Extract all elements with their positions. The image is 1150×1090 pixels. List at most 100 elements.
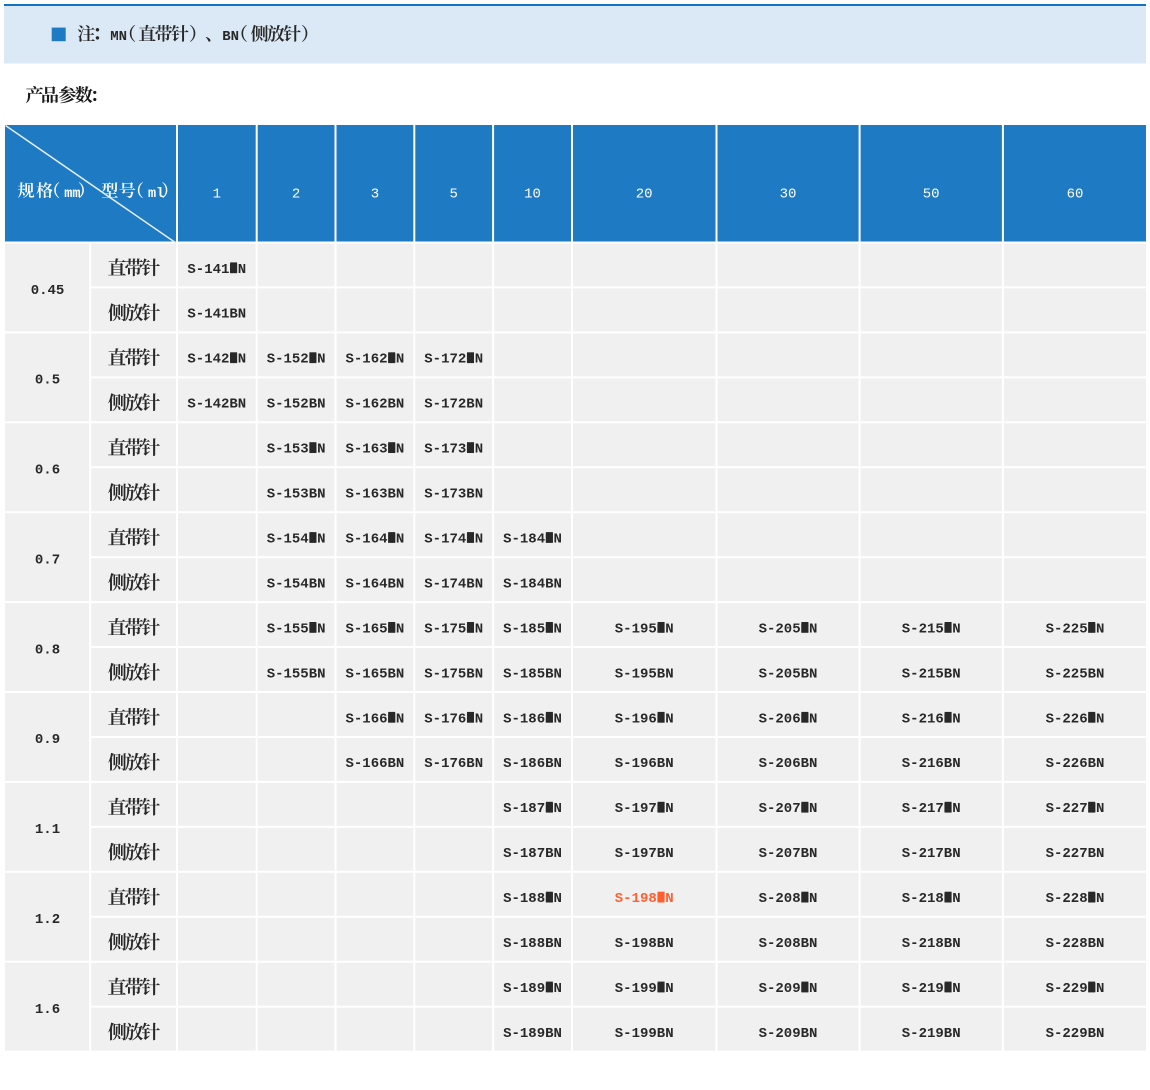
svg-text:S-188MN: S-188MN	[503, 891, 562, 907]
svg-text:S-196MN: S-196MN	[615, 711, 674, 727]
svg-text:S-197MN: S-197MN	[615, 801, 674, 817]
svg-text:1.1: 1.1	[35, 822, 60, 838]
svg-text:S-228BN: S-228BN	[1046, 936, 1105, 952]
svg-text:S-216MN: S-216MN	[902, 711, 961, 727]
svg-text:S-166MN: S-166MN	[345, 711, 404, 727]
svg-text:S-189MN: S-189MN	[503, 981, 562, 997]
svg-text:S-152BN: S-152BN	[267, 397, 326, 413]
svg-text:S-184BN: S-184BN	[503, 576, 562, 592]
svg-text:S-186MN: S-186MN	[503, 711, 562, 727]
svg-text:S-218BN: S-218BN	[902, 936, 961, 952]
svg-text:S-155MN: S-155MN	[267, 621, 326, 637]
svg-text:S-164MN: S-164MN	[345, 532, 404, 548]
svg-text:S-174MN: S-174MN	[424, 532, 483, 548]
svg-text:S-198BN: S-198BN	[615, 936, 674, 952]
svg-text:S-141BN: S-141BN	[187, 307, 246, 323]
svg-text:S-189BN: S-189BN	[503, 1026, 562, 1042]
svg-text:S-185BN: S-185BN	[503, 666, 562, 682]
svg-text:S-187BN: S-187BN	[503, 846, 562, 862]
svg-text:S-209MN: S-209MN	[759, 981, 818, 997]
svg-text:BN: BN	[222, 29, 239, 45]
svg-text:S-174BN: S-174BN	[424, 576, 483, 592]
svg-text:S-165BN: S-165BN	[345, 666, 404, 682]
svg-text:1.6: 1.6	[35, 1002, 60, 1018]
svg-text:S-197BN: S-197BN	[615, 846, 674, 862]
svg-text:S-155BN: S-155BN	[267, 666, 326, 682]
svg-text:S-198MN: S-198MN	[615, 891, 674, 907]
svg-text:2: 2	[292, 187, 300, 203]
svg-text:S-209BN: S-209BN	[759, 1026, 818, 1042]
svg-text:S-218MN: S-218MN	[902, 891, 961, 907]
svg-text:S-172BN: S-172BN	[424, 397, 483, 413]
svg-text:S-188BN: S-188BN	[503, 936, 562, 952]
svg-text:S-162BN: S-162BN	[345, 397, 404, 413]
svg-text:S-196BN: S-196BN	[615, 756, 674, 772]
svg-text:mm: mm	[64, 187, 80, 202]
svg-text:S-226BN: S-226BN	[1046, 756, 1105, 772]
svg-text:S-219BN: S-219BN	[902, 1026, 961, 1042]
svg-text:1: 1	[213, 187, 221, 203]
svg-text:S-164BN: S-164BN	[345, 576, 404, 592]
svg-text:S-141MN: S-141MN	[187, 262, 246, 278]
svg-text:S-199MN: S-199MN	[615, 981, 674, 997]
svg-text:0.9: 0.9	[35, 732, 60, 748]
svg-text:S-199BN: S-199BN	[615, 1026, 674, 1042]
svg-text:0.6: 0.6	[35, 463, 60, 479]
svg-text:3: 3	[371, 187, 379, 203]
svg-text:S-163MN: S-163MN	[345, 442, 404, 458]
svg-text:S-142MN: S-142MN	[187, 352, 246, 368]
svg-text:S-185MN: S-185MN	[503, 621, 562, 637]
svg-text:S-226MN: S-226MN	[1046, 711, 1105, 727]
svg-text:0.45: 0.45	[31, 283, 65, 299]
svg-text:S-175BN: S-175BN	[424, 666, 483, 682]
svg-text:5: 5	[449, 187, 457, 203]
svg-text:S-166BN: S-166BN	[345, 756, 404, 772]
svg-text:30: 30	[780, 187, 797, 203]
svg-text:S-227BN: S-227BN	[1046, 846, 1105, 862]
svg-text:S-227MN: S-227MN	[1046, 801, 1105, 817]
svg-text:50: 50	[923, 187, 940, 203]
svg-text:S-154MN: S-154MN	[267, 532, 326, 548]
svg-text:S-219MN: S-219MN	[902, 981, 961, 997]
svg-text:1.2: 1.2	[35, 912, 60, 928]
svg-text:S-153BN: S-153BN	[267, 487, 326, 503]
svg-text:S-162MN: S-162MN	[345, 352, 404, 368]
svg-text:S-153MN: S-153MN	[267, 442, 326, 458]
svg-text:S-207MN: S-207MN	[759, 801, 818, 817]
svg-text:S-225BN: S-225BN	[1046, 666, 1105, 682]
svg-text:S-217MN: S-217MN	[902, 801, 961, 817]
svg-text:S-187MN: S-187MN	[503, 801, 562, 817]
svg-text:60: 60	[1067, 187, 1084, 203]
svg-text:S-172MN: S-172MN	[424, 352, 483, 368]
svg-text:ml: ml	[148, 187, 164, 202]
svg-text:S-184MN: S-184MN	[503, 532, 562, 548]
svg-text:S-206MN: S-206MN	[759, 711, 818, 727]
svg-text:S-195BN: S-195BN	[615, 666, 674, 682]
svg-text:10: 10	[524, 187, 541, 203]
svg-text:S-216BN: S-216BN	[902, 756, 961, 772]
svg-text:S-229BN: S-229BN	[1046, 1026, 1105, 1042]
svg-text:S-195MN: S-195MN	[615, 621, 674, 637]
svg-text:S-175MN: S-175MN	[424, 621, 483, 637]
svg-text:S-208BN: S-208BN	[759, 936, 818, 952]
svg-text:S-142BN: S-142BN	[187, 397, 246, 413]
svg-text:S-208MN: S-208MN	[759, 891, 818, 907]
svg-text:S-215MN: S-215MN	[902, 621, 961, 637]
svg-text:S-229MN: S-229MN	[1046, 981, 1105, 997]
svg-text:S-228MN: S-228MN	[1046, 891, 1105, 907]
svg-text:S-207BN: S-207BN	[759, 846, 818, 862]
svg-text:S-163BN: S-163BN	[345, 487, 404, 503]
svg-text:S-225MN: S-225MN	[1046, 621, 1105, 637]
svg-text:S-152MN: S-152MN	[267, 352, 326, 368]
svg-text:S-186BN: S-186BN	[503, 756, 562, 772]
svg-text:S-205MN: S-205MN	[759, 621, 818, 637]
svg-text:S-206BN: S-206BN	[759, 756, 818, 772]
svg-text:S-154BN: S-154BN	[267, 576, 326, 592]
svg-text:0.5: 0.5	[35, 373, 60, 389]
svg-text:0.7: 0.7	[35, 553, 60, 569]
svg-text:S-173BN: S-173BN	[424, 487, 483, 503]
svg-text:S-173MN: S-173MN	[424, 442, 483, 458]
svg-text:20: 20	[636, 187, 653, 203]
svg-text:MN: MN	[110, 29, 127, 45]
svg-text:S-176MN: S-176MN	[424, 711, 483, 727]
